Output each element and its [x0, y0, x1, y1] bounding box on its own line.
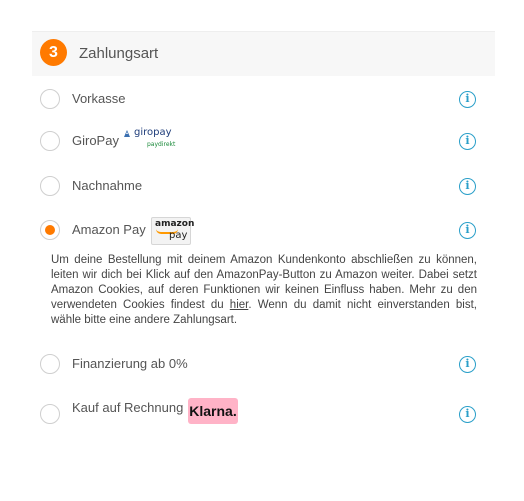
radio-vorkasse[interactable] [40, 89, 60, 109]
radio-rechnung[interactable] [40, 404, 60, 424]
cookies-link[interactable]: hier [230, 299, 249, 311]
info-icon[interactable]: i [459, 406, 476, 423]
section-header: 3 Zahlungsart [32, 32, 495, 76]
paydirekt-logo-text: paydirekt [147, 141, 176, 148]
giropay-logo: giropay paydirekt [122, 127, 176, 153]
option-label: GiroPay [72, 133, 119, 148]
payment-option-rechnung[interactable]: Kauf auf Rechnung Klarna. i [40, 398, 480, 428]
radio-finanzierung[interactable] [40, 354, 60, 374]
payment-option-vorkasse[interactable]: Vorkasse i [40, 89, 480, 113]
radio-giropay[interactable] [40, 131, 60, 151]
radio-nachnahme[interactable] [40, 176, 60, 196]
pay-logo-text: pay [169, 230, 188, 241]
giropay-logo-text: giropay [134, 127, 172, 138]
option-label: Amazon Pay [72, 222, 146, 237]
info-icon[interactable]: i [459, 178, 476, 195]
info-icon[interactable]: i [459, 91, 476, 108]
info-icon[interactable]: i [459, 222, 476, 239]
option-label: Nachnahme [72, 178, 143, 193]
payment-option-amazon-pay[interactable]: Amazon Pay amazon pay i [40, 217, 480, 245]
amazon-pay-notice: Um deine Bestellung mit deinem Amazon Ku… [51, 253, 477, 328]
option-label: Finanzierung ab 0% [72, 356, 188, 371]
radio-amazon-pay[interactable] [40, 220, 60, 240]
section-title: Zahlungsart [79, 45, 159, 62]
payment-option-giropay[interactable]: GiroPay giropay paydirekt i [40, 127, 480, 155]
payment-option-finanzierung[interactable]: Finanzierung ab 0% i [40, 354, 480, 378]
payment-option-nachnahme[interactable]: Nachnahme i [40, 176, 480, 200]
amazon-pay-logo: amazon pay [151, 217, 195, 245]
option-label: Kauf auf Rechnung [72, 400, 184, 415]
amazon-logo-text: amazon [155, 219, 195, 229]
step-number-badge: 3 [40, 39, 67, 66]
info-icon[interactable]: i [459, 133, 476, 150]
option-label: Vorkasse [72, 91, 126, 106]
info-icon[interactable]: i [459, 356, 476, 373]
klarna-logo: Klarna. [188, 398, 238, 424]
